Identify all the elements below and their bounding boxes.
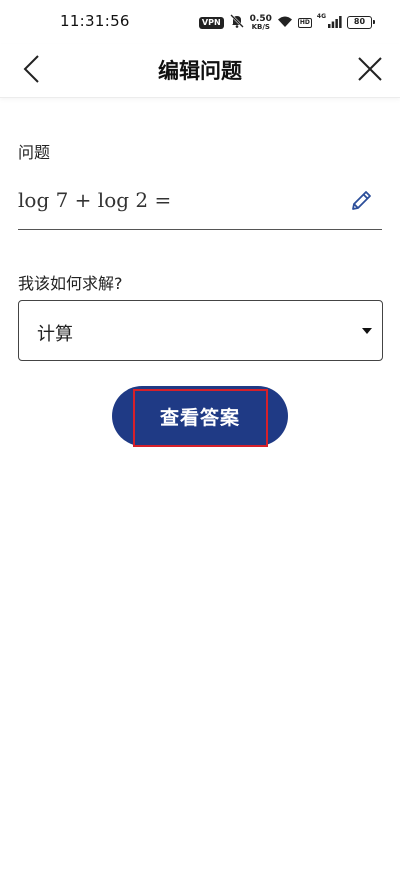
close-button[interactable]: [354, 52, 386, 86]
status-bar: 11:31:56 VPN 0.50 KB/S HD 4G 80: [0, 0, 400, 44]
mute-icon: [229, 13, 245, 32]
battery-icon: 80: [347, 16, 375, 29]
question-label: 问题: [18, 143, 51, 162]
vpn-badge: VPN: [198, 16, 224, 29]
signal-icon: [328, 13, 342, 32]
question-formula: log 7 + log 2 =: [18, 188, 172, 212]
method-selected-value: 计算: [37, 324, 73, 345]
wifi-icon: [277, 13, 293, 32]
method-select[interactable]: 计算: [18, 300, 383, 361]
close-icon: [358, 57, 382, 81]
caret-down-icon: [362, 328, 372, 334]
show-answer-button[interactable]: 查看答案: [112, 386, 288, 446]
status-time: 11:31:56: [60, 12, 130, 30]
hd-badge: HD: [297, 17, 312, 28]
status-icons: VPN 0.50 KB/S HD 4G 80: [198, 13, 375, 32]
network-speed: 0.50 KB/S: [249, 13, 272, 31]
method-label: 我该如何求解?: [18, 274, 123, 293]
page-title: 编辑问题: [158, 59, 242, 83]
question-field[interactable]: log 7 + log 2 =: [18, 180, 382, 230]
pencil-icon[interactable]: [348, 188, 374, 214]
app-header: 编辑问题: [0, 44, 400, 98]
signal-type: 4G: [316, 13, 326, 20]
